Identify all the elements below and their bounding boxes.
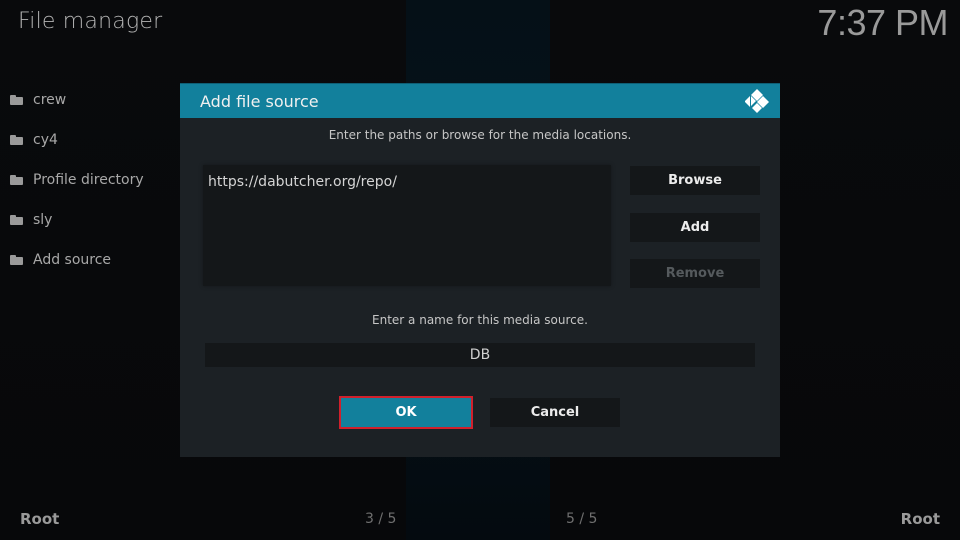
source-item-label: Profile directory (33, 172, 144, 188)
add-file-source-dialog: Add file source Enter the paths or brows… (180, 83, 780, 457)
cancel-button[interactable]: Cancel (490, 398, 620, 427)
clock: 7:37 PM (817, 2, 948, 43)
left-item-count: 3 / 5 (365, 511, 397, 527)
browse-button[interactable]: Browse (630, 166, 760, 195)
right-item-count: 5 / 5 (566, 511, 598, 527)
source-item-label: sly (33, 212, 53, 228)
dialog-header: Add file source (180, 83, 780, 118)
paths-list[interactable]: https://dabutcher.org/repo/ (203, 165, 611, 286)
path-entry[interactable]: https://dabutcher.org/repo/ (203, 165, 611, 199)
kodi-logo-icon (744, 88, 770, 114)
source-item-sly[interactable]: sly (0, 200, 180, 240)
source-name-input[interactable]: DB (205, 343, 755, 367)
folder-icon (10, 175, 23, 185)
source-item-profile-directory[interactable]: Profile directory (0, 160, 180, 200)
source-list: crew cy4 Profile directory sly Add sourc… (0, 80, 180, 280)
left-path-label: Root (20, 510, 60, 528)
folder-icon (10, 255, 23, 265)
source-item-label: cy4 (33, 132, 58, 148)
source-item-cy4[interactable]: cy4 (0, 120, 180, 160)
folder-icon (10, 95, 23, 105)
folder-icon (10, 215, 23, 225)
source-item-crew[interactable]: crew (0, 80, 180, 120)
source-item-add-source[interactable]: Add source (0, 240, 180, 280)
dialog-title: Add file source (200, 91, 319, 111)
right-path-label: Root (900, 510, 940, 528)
source-item-label: Add source (33, 252, 112, 268)
name-hint: Enter a name for this media source. (372, 313, 588, 327)
folder-icon (10, 135, 23, 145)
source-item-label: crew (33, 92, 67, 108)
paths-hint: Enter the paths or browse for the media … (328, 128, 632, 142)
ok-button[interactable]: OK (339, 396, 473, 429)
remove-button: Remove (630, 259, 760, 288)
add-button[interactable]: Add (630, 213, 760, 242)
page-title: File manager (18, 9, 163, 34)
